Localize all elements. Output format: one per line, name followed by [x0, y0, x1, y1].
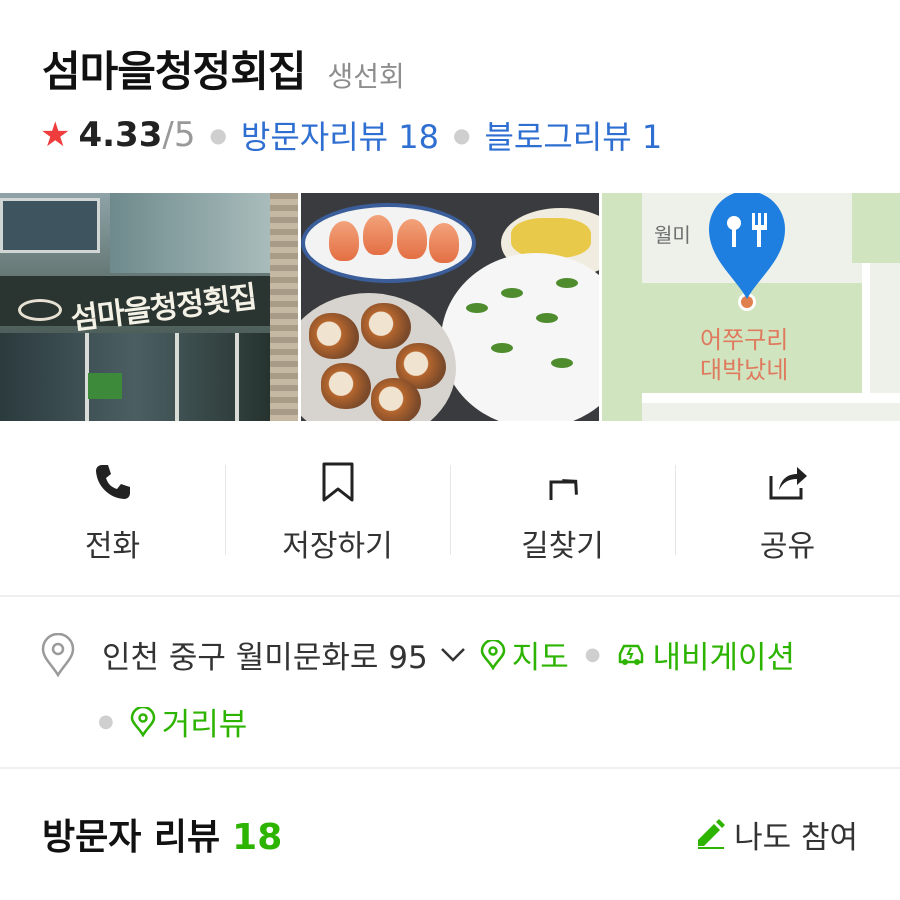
window-mullion — [235, 333, 239, 421]
navigation-link-label: 내비게이션 — [652, 640, 796, 676]
park-area — [602, 193, 642, 421]
separator-dot: ● — [209, 123, 227, 147]
directions-icon — [541, 461, 585, 503]
rating-max: /5 — [162, 115, 196, 155]
map-link-label: 지도 — [511, 640, 569, 676]
map-place-line2: 대박났네 — [700, 356, 789, 384]
rating-score: 4.33 — [78, 115, 163, 155]
call-label: 전화 — [84, 529, 141, 564]
glass-facade — [110, 193, 270, 273]
herb — [551, 358, 573, 368]
address-text: 인천 중구 월미문화로 95 — [102, 640, 428, 676]
herb — [501, 288, 523, 298]
car-icon — [619, 644, 644, 665]
map-place-line1: 어쭈구리 — [700, 326, 789, 354]
window — [0, 198, 100, 253]
reviews-title-text: 방문자 리뷰 — [42, 817, 221, 858]
street-view-pin-icon — [130, 706, 155, 737]
separator-dot: ● — [584, 644, 601, 665]
phone-icon — [91, 461, 135, 503]
address-section: 인천 중구 월미문화로 95 지도 ● 내비게이션 ● 거리뷰 — [40, 632, 870, 744]
food-photo[interactable] — [301, 193, 599, 421]
shrimp — [429, 223, 459, 263]
write-review-button[interactable]: 나도 참여 — [694, 812, 858, 857]
conch — [371, 378, 421, 421]
herb — [536, 313, 558, 323]
save-button[interactable]: 저장하기 — [225, 455, 450, 565]
shrimp — [363, 215, 393, 255]
write-review-label: 나도 참여 — [734, 819, 858, 856]
share-label: 공유 — [759, 529, 816, 564]
map-area-label: 월미 — [654, 223, 691, 247]
section-divider — [0, 595, 900, 597]
separator-dot: ● — [98, 711, 114, 732]
place-category: 생선회 — [327, 60, 405, 93]
section-divider — [0, 767, 900, 769]
egg-dish — [511, 218, 591, 258]
street-view-link[interactable]: 거리뷰 — [130, 699, 248, 744]
herb — [556, 278, 578, 288]
fish-logo — [18, 299, 62, 321]
conch — [309, 313, 359, 359]
map-link[interactable]: 지도 — [480, 632, 569, 677]
window-mullion — [175, 333, 179, 421]
chevron-down-icon[interactable] — [440, 646, 466, 664]
conch — [361, 303, 411, 349]
share-icon — [766, 461, 810, 503]
restaurant-pin-icon — [709, 193, 785, 299]
pencil-icon — [698, 819, 726, 849]
visitor-reviews-link[interactable]: 방문자리뷰 18 — [241, 112, 439, 158]
herb — [491, 343, 513, 353]
share-button[interactable]: 공유 — [675, 455, 900, 565]
reviews-header: 방문자 리뷰 18 나도 참여 — [42, 808, 858, 860]
save-label: 저장하기 — [282, 529, 393, 564]
shrimp — [329, 221, 359, 261]
address-line-2: ● 거리뷰 — [40, 699, 870, 744]
location-pin-icon — [41, 632, 75, 677]
map-thumbnail[interactable]: 월미 어쭈구리 대박났네 — [602, 193, 900, 421]
bookmark-icon — [316, 461, 360, 503]
park-area — [852, 193, 900, 263]
shrimp — [397, 219, 427, 259]
action-bar: 전화 저장하기 길찾기 공유 — [0, 455, 900, 565]
blog-reviews-link[interactable]: 블로그리뷰 1 — [484, 112, 662, 158]
herb — [466, 303, 488, 313]
street-view-link-label: 거리뷰 — [161, 707, 248, 743]
window-poster — [88, 373, 122, 399]
photo-strip: 섬마을청정횟집 월미 어쭈구리 대박났네 — [0, 193, 900, 421]
octopus-plate — [441, 253, 599, 421]
place-name: 섬마을청정회집 — [42, 47, 306, 96]
reviews-count: 18 — [232, 817, 283, 858]
call-button[interactable]: 전화 — [0, 455, 225, 565]
conch — [321, 363, 371, 409]
stone-wall — [270, 193, 298, 421]
directions-button[interactable]: 길찾기 — [450, 455, 675, 565]
map-pin-icon — [480, 639, 505, 670]
navigation-link[interactable]: 내비게이션 — [616, 632, 795, 677]
storefront-windows — [0, 333, 270, 421]
map-place-label: 어쭈구리 대박났네 — [700, 325, 788, 385]
storefront-photo[interactable]: 섬마을청정횟집 — [0, 193, 298, 421]
directions-label: 길찾기 — [521, 529, 604, 564]
place-header: 섬마을청정회집 생선회 — [42, 38, 405, 99]
separator-dot: ● — [453, 123, 471, 147]
road — [862, 263, 870, 403]
star-icon: ★ — [40, 115, 71, 155]
rating-row: ★ 4.33 /5 ● 방문자리뷰 18 ● 블로그리뷰 1 — [40, 112, 662, 158]
reviews-title: 방문자 리뷰 18 — [42, 808, 282, 860]
